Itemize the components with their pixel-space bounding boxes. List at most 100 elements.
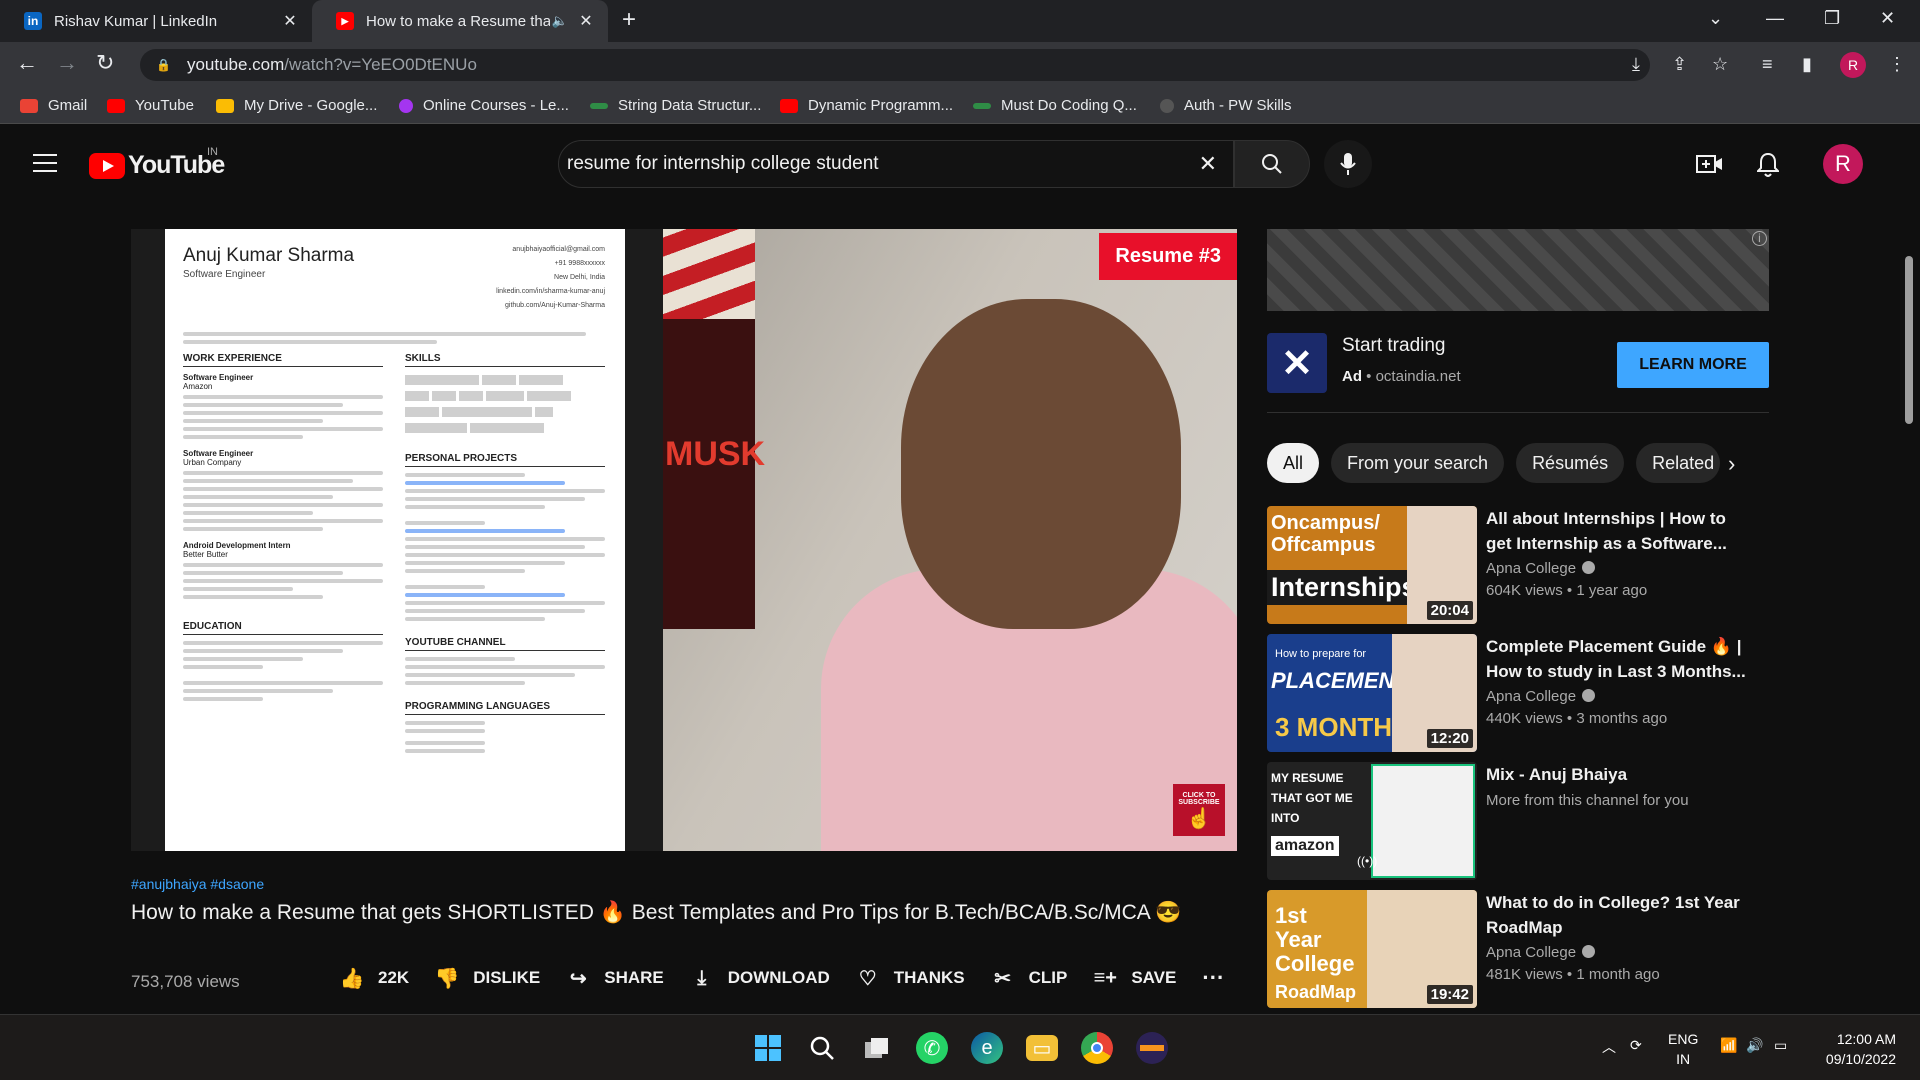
taskbar-search-icon[interactable] — [806, 1032, 838, 1064]
list-item[interactable]: How to prepare for PLACEMENT 3 MONTHS 12… — [1267, 634, 1787, 752]
ad-info-icon[interactable]: i — [1752, 231, 1767, 246]
more-actions-icon[interactable]: ··· — [1202, 965, 1224, 991]
minimize-icon[interactable]: — — [1766, 8, 1784, 29]
task-view-icon[interactable] — [861, 1032, 893, 1064]
side-panel-icon[interactable]: ▮ — [1802, 54, 1812, 75]
notifications-bell-icon[interactable] — [1755, 152, 1781, 183]
country-code: IN — [207, 146, 218, 158]
bookmark-youtube[interactable]: YouTube — [107, 97, 194, 114]
tab-title: Rishav Kumar | LinkedIn — [54, 12, 218, 30]
scissors-icon: ✂ — [994, 967, 1011, 990]
tab-youtube[interactable]: ▶ How to make a Resume that 🔈 ✕ — [312, 0, 608, 42]
bookmark-drive[interactable]: My Drive - Google... — [216, 97, 377, 114]
windows-start-icon[interactable] — [752, 1032, 784, 1064]
bookmark-gfg-string[interactable]: String Data Structur... — [590, 97, 761, 114]
recommendation-title[interactable]: All about Internships | How to get Inter… — [1486, 506, 1746, 556]
thanks-button[interactable]: ♡ THANKS — [856, 965, 965, 991]
chevron-right-icon[interactable]: › — [1728, 451, 1735, 477]
recommendation-title[interactable]: Mix - Anuj Bhaiya — [1486, 762, 1746, 787]
recommendation-title[interactable]: What to do in College? 1st Year RoadMap — [1486, 890, 1746, 940]
chip-related[interactable]: Related — [1636, 443, 1721, 483]
presenter-head — [901, 299, 1181, 629]
video-hashtags[interactable]: #anujbhaiya #dsaone — [131, 876, 264, 892]
volume-icon[interactable]: 🔊 — [1746, 1037, 1763, 1054]
save-button[interactable]: ≡+ SAVE — [1093, 965, 1177, 991]
share-icon[interactable]: ⇪ — [1672, 54, 1687, 75]
menu-dots-icon[interactable]: ⋮ — [1888, 54, 1906, 75]
chip-from-your-search[interactable]: From your search — [1331, 443, 1505, 483]
video-thumbnail[interactable]: How to prepare for PLACEMENT 3 MONTHS 12… — [1267, 634, 1477, 752]
dislike-button[interactable]: 👎 DISLIKE — [434, 965, 541, 991]
search-button[interactable] — [1234, 140, 1310, 188]
page-scrollbar[interactable] — [1905, 256, 1913, 424]
share-button[interactable]: ↪ SHARE — [566, 965, 664, 991]
download-button[interactable]: ⤓ DOWNLOAD — [690, 965, 829, 991]
tab-close-icon[interactable]: ✕ — [280, 11, 300, 31]
edge-icon[interactable]: e — [971, 1032, 1003, 1064]
channel-name[interactable]: More from this channel for you — [1486, 792, 1689, 809]
input-language[interactable]: ENG IN — [1668, 1029, 1698, 1069]
profile-avatar[interactable]: R — [1840, 52, 1866, 78]
forward-icon[interactable]: → — [56, 50, 78, 76]
tab-close-icon[interactable]: ✕ — [576, 11, 596, 31]
list-item[interactable]: MY RESUME THAT GOT ME INTO amazon ((•)) … — [1267, 762, 1787, 880]
clip-button[interactable]: ✂ CLIP — [991, 965, 1067, 991]
back-icon[interactable]: ← — [16, 50, 38, 76]
video-thumbnail[interactable]: 1st Year College RoadMap 19:42 — [1267, 890, 1477, 1008]
recommendation-title[interactable]: Complete Placement Guide 🔥 | How to stud… — [1486, 634, 1746, 684]
ad-title[interactable]: Start trading — [1342, 335, 1446, 357]
bookmark-udemy[interactable]: Online Courses - Le... — [399, 97, 569, 114]
eclipse-icon[interactable] — [1136, 1032, 1168, 1064]
thumbs-down-icon: 👎 — [434, 967, 460, 990]
hamburger-menu-icon[interactable] — [33, 154, 57, 178]
bookmark-gmail[interactable]: Gmail — [20, 97, 87, 114]
bookmark-pw-skills[interactable]: Auth - PW Skills — [1160, 97, 1292, 114]
video-duration: 19:42 — [1426, 985, 1473, 1004]
like-button[interactable]: 👍 22K — [340, 965, 410, 991]
video-player[interactable]: Anuj Kumar Sharma Software Engineer anuj… — [131, 229, 1237, 851]
octa-logo-icon[interactable]: ✕ — [1267, 333, 1327, 393]
channel-name[interactable]: Apna College — [1486, 688, 1596, 705]
learn-more-button[interactable]: LEARN MORE — [1617, 342, 1769, 388]
subscribe-watermark[interactable]: CLICK TO SUBSCRIBE ☝ — [1173, 784, 1225, 836]
chip-all[interactable]: All — [1267, 443, 1320, 483]
bookmark-gfg-must-do[interactable]: Must Do Coding Q... — [973, 97, 1137, 114]
system-clock[interactable]: 12:00 AM 09/10/2022 — [1826, 1029, 1896, 1069]
channel-name[interactable]: Apna College — [1486, 560, 1596, 577]
tab-search-icon[interactable]: ⌄ — [1708, 8, 1723, 29]
related-filter-chips: All From your search Résumés Related — [1267, 443, 1732, 483]
list-item[interactable]: 1st Year College RoadMap 19:42 What to d… — [1267, 890, 1787, 1008]
bookmark-star-icon[interactable]: ☆ — [1712, 54, 1728, 75]
voice-search-button[interactable] — [1324, 140, 1372, 188]
create-video-icon[interactable] — [1696, 152, 1724, 181]
install-icon[interactable]: ⤓ — [1632, 54, 1640, 75]
youtube-logo[interactable]: YouTube IN — [89, 146, 225, 180]
wifi-icon[interactable]: 📶 — [1720, 1037, 1737, 1054]
bookmark-dp[interactable]: Dynamic Programm... — [780, 97, 953, 114]
close-window-icon[interactable]: ✕ — [1880, 8, 1895, 29]
media-control-icon[interactable]: ≡ — [1762, 54, 1773, 75]
battery-icon[interactable]: ▭ — [1774, 1037, 1787, 1054]
thumbnail-badge: Resume #3 — [1099, 233, 1237, 280]
search-input[interactable]: resume for internship college student ✕ — [558, 140, 1234, 188]
video-thumbnail[interactable]: Oncampus/ Offcampus Internships 20:04 — [1267, 506, 1477, 624]
clear-search-icon[interactable]: ✕ — [1199, 151, 1217, 177]
list-item[interactable]: Oncampus/ Offcampus Internships 20:04 Al… — [1267, 506, 1787, 624]
file-explorer-icon[interactable]: ▭ — [1026, 1035, 1058, 1061]
reload-icon[interactable]: ↻ — [96, 50, 114, 76]
url-input[interactable]: 🔒 youtube.com/watch?v=YeEO0DtENUo — [140, 49, 1650, 81]
video-meta: 440K views • 3 months ago — [1486, 710, 1668, 727]
video-thumbnail[interactable]: MY RESUME THAT GOT ME INTO amazon ((•)) — [1267, 762, 1477, 880]
new-tab-icon[interactable]: + — [622, 6, 636, 34]
sync-icon[interactable]: ⟳ — [1630, 1037, 1642, 1054]
show-hidden-icons-icon[interactable]: ︿ — [1602, 1037, 1616, 1057]
chip-resumes[interactable]: Résumés — [1516, 443, 1625, 483]
ad-banner-image[interactable] — [1267, 229, 1769, 311]
restore-icon[interactable]: ❐ — [1824, 8, 1840, 29]
tab-linkedin[interactable]: in Rishav Kumar | LinkedIn ✕ — [0, 0, 312, 42]
channel-name[interactable]: Apna College — [1486, 944, 1596, 961]
chrome-icon[interactable] — [1081, 1032, 1113, 1064]
speaker-icon[interactable]: 🔈 — [550, 13, 570, 29]
user-avatar[interactable]: R — [1823, 144, 1863, 184]
whatsapp-icon[interactable]: ✆ — [916, 1032, 948, 1064]
